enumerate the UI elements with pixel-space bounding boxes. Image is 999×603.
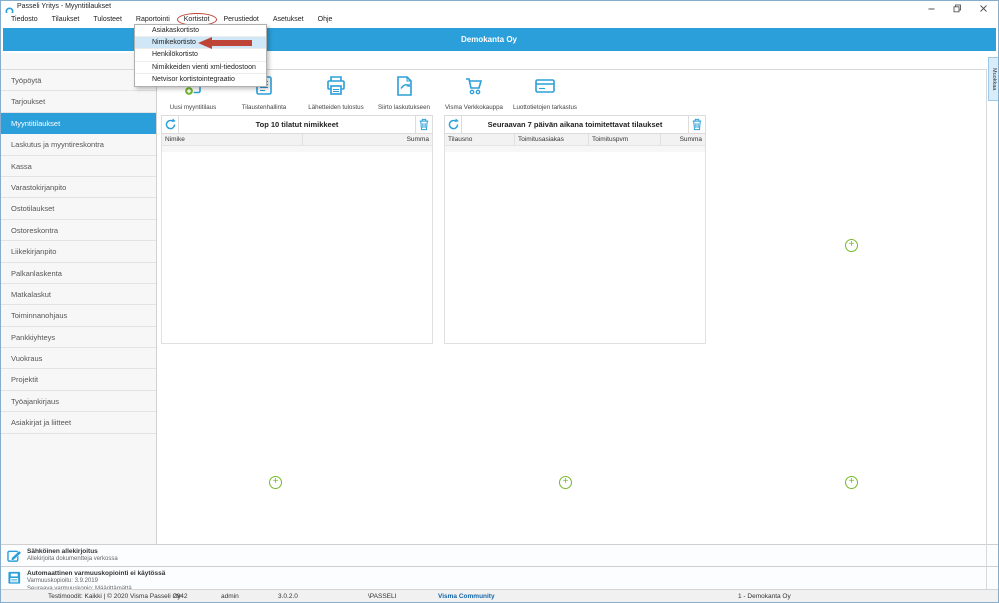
panel-header: Top 10 tilatut nimikkeet xyxy=(161,115,433,134)
status-build-number: 2942 xyxy=(173,593,188,600)
add-widget-button[interactable]: + xyxy=(559,476,572,489)
backup-line1: Varmuuskopioitu: 3.9.2019 xyxy=(27,578,98,584)
add-widget-button[interactable]: + xyxy=(269,476,282,489)
sidebar-item-pankkiyhteys[interactable]: Pankkiyhteys xyxy=(1,327,156,349)
edit-dashboard-tab[interactable]: Muokkaa xyxy=(988,57,998,101)
status-database: \PASSELI xyxy=(368,593,397,600)
refresh-button[interactable] xyxy=(161,115,179,134)
trash-button[interactable] xyxy=(415,115,433,134)
toolbar-label: Tilaustenhallinta xyxy=(241,104,287,111)
print-dispatch-notes-button[interactable]: Lähetteiden tulostus xyxy=(301,75,371,111)
status-bar: Testimoodit: Kaikki | © 2020 Visma Passe… xyxy=(1,589,998,602)
annotation-red-arrow xyxy=(198,36,252,49)
toolbar-label: Visma Verkkokauppa xyxy=(444,104,503,111)
credit-card-icon xyxy=(533,79,557,101)
sidebar-item-matkalaskut[interactable]: Matkalaskut xyxy=(1,284,156,306)
top-items-list[interactable] xyxy=(161,152,433,344)
column-tilausno[interactable]: Tilausno xyxy=(445,134,515,145)
backup-info-box[interactable]: Automaattinen varmuuskopiointi ei käytös… xyxy=(1,566,998,592)
menu-item-label: Nimikekortisto xyxy=(152,39,196,47)
refresh-button[interactable] xyxy=(444,115,462,134)
printer-icon xyxy=(324,76,348,101)
sidebar-item-laskutus[interactable]: Laskutus ja myyntireskontra xyxy=(1,134,156,156)
panel-title: Top 10 tilatut nimikkeet xyxy=(179,115,415,134)
toolbar-label: Siirto laskutukseen xyxy=(378,104,430,111)
column-nimike[interactable]: Nimike xyxy=(162,134,303,145)
sidebar-item-ostoreskontra[interactable]: Ostoreskontra xyxy=(1,220,156,242)
sidebar-item-projektit[interactable]: Projektit xyxy=(1,369,156,391)
menu-item-henkilokortisto[interactable]: Henkilökortisto xyxy=(135,49,266,62)
toolbar-label: Luottotietojen tarkastus xyxy=(513,104,577,111)
sidebar-item-tyopoyta[interactable]: Työpöytä xyxy=(1,70,156,92)
sidebar-item-asiakirjat[interactable]: Asiakirjat ja liitteet xyxy=(1,412,156,434)
sidebar-item-myyntitilaukset[interactable]: Myyntitilaukset xyxy=(1,112,156,135)
menu-item-netvisor-integraatio[interactable]: Netvisor kortistointegraatio xyxy=(135,74,266,86)
menu-tulosteet[interactable]: Tulosteet xyxy=(86,13,129,26)
visma-webshop-button[interactable]: Visma Verkkokauppa xyxy=(439,75,509,111)
shopping-cart-icon xyxy=(462,78,486,101)
column-toimitusasiakas[interactable]: Toimitusasiakas xyxy=(515,134,589,145)
sidebar-item-varastokirjanpito[interactable]: Varastokirjanpito xyxy=(1,177,156,199)
sidebar-item-kassa[interactable]: Kassa xyxy=(1,156,156,177)
sidebar-nav: Työpöytä Tarjoukset Myyntitilaukset Lask… xyxy=(1,70,156,434)
menu-item-nimikkeiden-vienti[interactable]: Nimikkeiden vienti xml-tiedostoon xyxy=(135,62,266,74)
window-title: Passeli Yritys - Myyntitilaukset xyxy=(17,3,112,10)
menu-ohje[interactable]: Ohje xyxy=(311,13,340,26)
top-items-panel: Top 10 tilatut nimikkeet Nimike Summa xyxy=(161,115,433,344)
content-right-divider xyxy=(986,69,987,591)
add-widget-button[interactable]: + xyxy=(845,476,858,489)
menu-tilaukset[interactable]: Tilaukset xyxy=(45,13,87,26)
column-toimituspvm[interactable]: Toimituspvm xyxy=(589,134,661,145)
column-headers: Nimike Summa xyxy=(161,134,433,146)
esign-subtitle: Allekirjoita dokumentteja verkossa xyxy=(27,556,118,562)
backup-title: Automaattinen varmuuskopiointi ei käytös… xyxy=(27,570,166,577)
app-window: Passeli Yritys - Myyntitilaukset Tiedost… xyxy=(0,0,999,603)
status-user: admin xyxy=(221,593,239,600)
sidebar-item-tarjoukset[interactable]: Tarjoukset xyxy=(1,91,156,113)
sidebar-item-tyoajankirjaus[interactable]: Työajankirjaus xyxy=(1,391,156,413)
upcoming-deliveries-list[interactable] xyxy=(444,152,706,344)
sidebar-item-vuokraus[interactable]: Vuokraus xyxy=(1,348,156,370)
toolbar-label: Lähetteiden tulostus xyxy=(308,104,364,111)
menu-item-asiakaskortisto[interactable]: Asiakaskortisto xyxy=(135,25,266,38)
backup-icon xyxy=(7,571,22,590)
sidebar-item-palkanlaskenta[interactable]: Palkanlaskenta xyxy=(1,263,156,284)
transfer-document-icon xyxy=(392,76,416,101)
sidebar: Työpöytä Tarjoukset Myyntitilaukset Lask… xyxy=(1,53,157,591)
menu-item-nimikekortisto[interactable]: Nimikekortisto xyxy=(135,36,266,50)
credit-check-button[interactable]: Luottotietojen tarkastus xyxy=(506,75,584,111)
column-summa[interactable]: Summa xyxy=(303,134,432,145)
visma-community-link[interactable]: Visma Community xyxy=(438,593,495,600)
trash-button[interactable] xyxy=(688,115,706,134)
toolbar-label: Uusi myyntitilaus xyxy=(169,104,217,111)
upcoming-deliveries-panel: Seuraavan 7 päivän aikana toimitettavat … xyxy=(444,115,706,344)
panel-header: Seuraavan 7 päivän aikana toimitettavat … xyxy=(444,115,706,134)
kortistot-dropdown-menu: Asiakaskortisto Nimikekortisto Henkilöko… xyxy=(134,24,267,87)
sidebar-item-toiminnanohjaus[interactable]: Toiminnanohjaus xyxy=(1,305,156,327)
sidebar-item-ostotilaukset[interactable]: Ostotilaukset xyxy=(1,198,156,220)
status-test-mode: Testimoodit: Kaikki | © 2020 Visma Passe… xyxy=(48,593,181,600)
title-bar: Passeli Yritys - Myyntitilaukset xyxy=(1,1,998,16)
menu-tiedosto[interactable]: Tiedosto xyxy=(4,13,45,26)
status-version: 3.0.2.0 xyxy=(278,593,298,600)
esign-info-box[interactable]: Sähköinen allekirjoitus Allekirjoita dok… xyxy=(1,544,998,566)
status-active-company: 1 - Demokanta Oy xyxy=(738,593,791,600)
panel-title: Seuraavan 7 päivän aikana toimitettavat … xyxy=(462,115,688,134)
column-summa[interactable]: Summa xyxy=(661,134,705,145)
esign-title: Sähköinen allekirjoitus xyxy=(27,548,98,555)
column-headers: Tilausno Toimitusasiakas Toimituspvm Sum… xyxy=(444,134,706,146)
sidebar-item-liikekirjanpito[interactable]: Liikekirjanpito xyxy=(1,241,156,263)
menu-asetukset[interactable]: Asetukset xyxy=(266,13,311,26)
add-widget-button[interactable]: + xyxy=(845,239,858,252)
transfer-to-invoicing-button[interactable]: Siirto laskutukseen xyxy=(369,75,439,111)
